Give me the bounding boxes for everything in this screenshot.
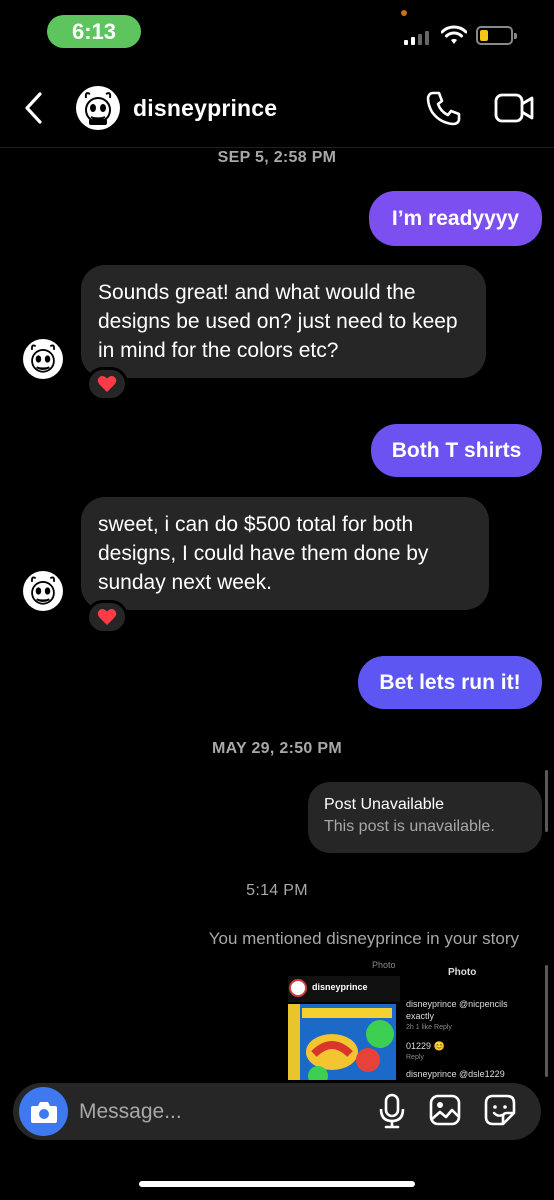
story-photo-label: Photo [372,960,396,970]
chat-username[interactable]: disneyprince [133,95,277,122]
incoming-message[interactable]: Sounds great! and what would the designs… [81,265,486,378]
camera-button[interactable] [19,1087,68,1136]
cellular-signal-icon [404,30,429,45]
status-time: 6:13 [47,15,141,48]
timestamp: 5:14 PM [246,882,308,899]
sticker-icon[interactable] [483,1093,517,1127]
post-title: Post Unavailable [324,796,445,813]
sender-avatar[interactable] [23,571,63,611]
outgoing-message[interactable]: I’m readyyyy [369,191,542,246]
story-comment-reply: Reply [406,1054,424,1061]
story-artwork-image [288,1004,396,1080]
microphone-icon[interactable] [379,1093,405,1129]
story-avatar [289,979,307,997]
incoming-message[interactable]: sweet, i can do $500 total for both desi… [81,497,489,610]
home-indicator[interactable] [139,1181,415,1187]
heart-icon [97,376,117,392]
story-comment-text: 01229 😊 [406,1041,445,1051]
outgoing-message[interactable]: Bet lets run it! [358,656,542,709]
story-photo-label: Photo [448,967,477,978]
chat-header: disneyprince [0,78,554,140]
story-username: disneyprince [312,982,368,992]
battery-icon [476,26,517,45]
message-input[interactable] [79,1091,369,1132]
timestamp: SEP 5, 2:58 PM [217,149,337,166]
scrollbar[interactable] [545,770,548,832]
heart-icon [97,609,117,625]
post-subtitle: This post is unavailable. [324,818,495,835]
back-chevron-icon[interactable] [20,90,50,126]
gallery-icon[interactable] [428,1093,462,1127]
story-mention-text: You mentioned disneyprince in your story [208,929,519,948]
story-preview[interactable]: Photo Photo disneyprince disneyprince @n… [284,960,520,1080]
story-comment: disneyprince @nicpencils exactly 2h 1 li… [406,998,520,1080]
wifi-icon [441,25,467,44]
video-camera-icon[interactable] [493,90,535,126]
phone-icon[interactable] [424,88,464,128]
scrollbar[interactable] [545,965,548,1077]
sender-avatar[interactable] [23,339,63,379]
heart-reaction[interactable] [86,367,128,401]
camera-icon [30,1101,57,1123]
header-divider [0,147,554,148]
message-composer [13,1083,541,1140]
header-avatar[interactable] [76,86,120,130]
story-comment-meta: 2h 1 like Reply [406,1024,452,1031]
camera-indicator-dot [401,10,407,16]
outgoing-message[interactable]: Both T shirts [371,424,542,477]
story-comment-text: disneyprince @dsle1229 cl... [406,1069,505,1079]
heart-reaction[interactable] [86,600,128,634]
shared-post-card[interactable]: Post Unavailable This post is unavailabl… [308,782,542,853]
timestamp: MAY 29, 2:50 PM [212,740,342,757]
story-comment-text: disneyprince @nicpencils exactly [406,999,508,1021]
